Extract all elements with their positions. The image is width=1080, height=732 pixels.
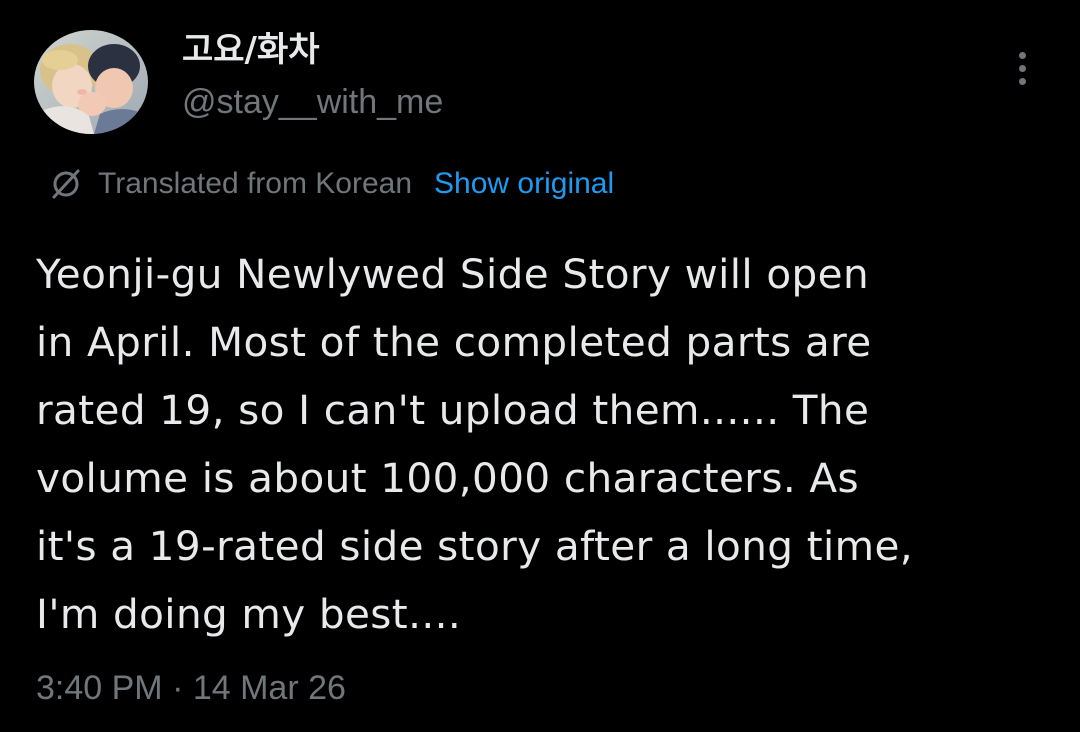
tweet-text: Yeonji-gu Newlywed Side Story will open …: [36, 250, 914, 638]
avatar[interactable]: [34, 30, 148, 134]
show-original-link[interactable]: Show original: [434, 167, 614, 201]
avatar-illustration: [34, 30, 148, 134]
translated-from-label: Translated from Korean: [98, 167, 413, 200]
author-display-name[interactable]: 고요/화차: [182, 30, 320, 70]
tweet-timestamp[interactable]: 3:40 PM · 14 Mar 26: [36, 666, 346, 710]
more-vertical-icon-dot-2: [1018, 64, 1026, 72]
translate-icon: [52, 169, 80, 199]
more-vertical-icon: [1018, 51, 1026, 59]
tweet: 고요/화차 @stay__with_me Translated from Kor…: [0, 0, 1080, 732]
translation-notice: Translated from Korean Show original: [48, 162, 614, 206]
author-handle[interactable]: @stay__with_me: [182, 80, 443, 124]
more-options-button[interactable]: [1006, 46, 1038, 90]
more-vertical-icon-dot-3: [1018, 77, 1026, 85]
